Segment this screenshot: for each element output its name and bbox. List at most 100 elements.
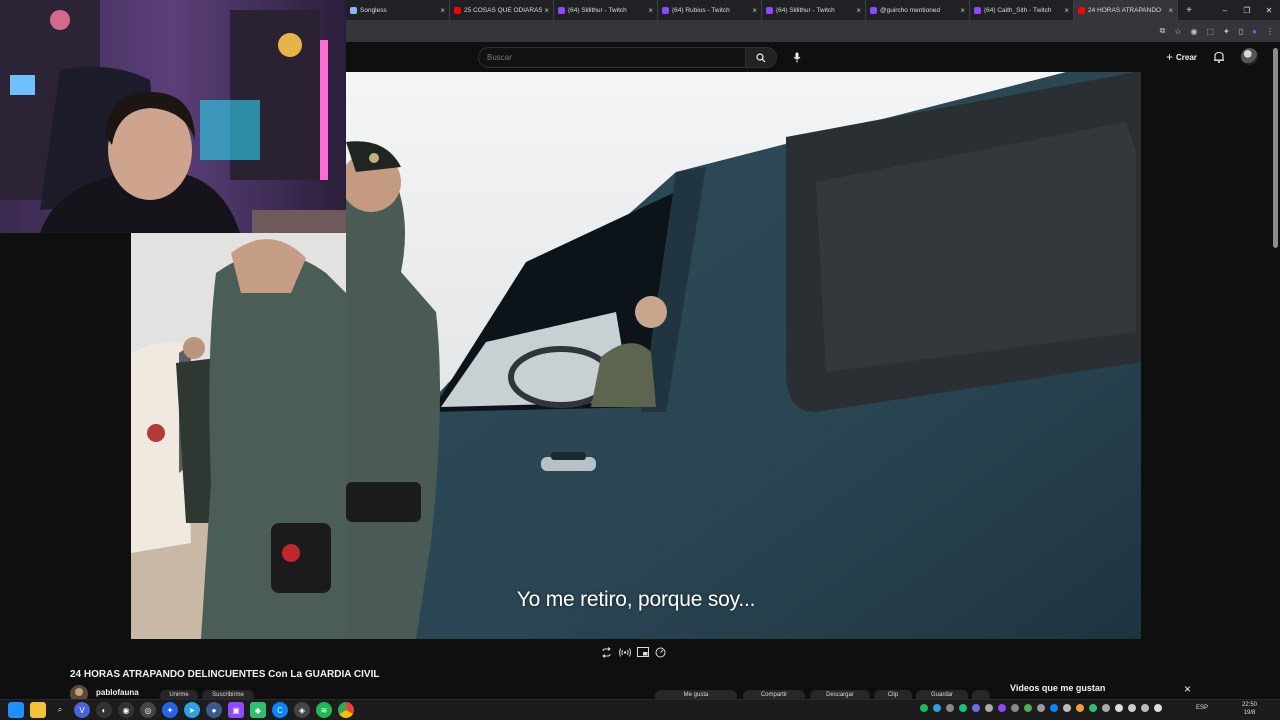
- close-window-icon[interactable]: ✕: [1258, 6, 1280, 15]
- clock-time: 22:50: [1242, 702, 1258, 708]
- tray-icon[interactable]: [1011, 704, 1019, 712]
- channel-name[interactable]: pablofauna: [96, 688, 139, 697]
- file-explorer-icon[interactable]: [30, 702, 46, 718]
- account-avatar[interactable]: [1241, 48, 1258, 65]
- tray-icon[interactable]: [946, 704, 954, 712]
- close-icon[interactable]: ×: [1184, 683, 1191, 695]
- broadcast-icon[interactable]: [618, 646, 631, 659]
- windows-start-icon[interactable]: [8, 702, 24, 718]
- browser-tab-active[interactable]: 24 HORAS ATRAPANDO ×: [1074, 0, 1178, 20]
- twitch-icon: [558, 6, 565, 14]
- tray-icon[interactable]: [1076, 704, 1084, 712]
- app-icon[interactable]: ✦: [162, 702, 178, 718]
- extension-icon[interactable]: ◉: [1191, 27, 1198, 36]
- tray-icon[interactable]: [998, 704, 1006, 712]
- tray-icon[interactable]: [920, 704, 928, 712]
- close-tab-icon[interactable]: ×: [440, 6, 445, 15]
- notifications-bell-icon[interactable]: [1212, 50, 1226, 64]
- browser-tab[interactable]: (64) Sillithur - Twitch ×: [554, 0, 658, 20]
- menu-kebab-icon[interactable]: ⋮: [1266, 27, 1274, 36]
- browser-tab[interactable]: (64) Rubius - Twitch ×: [658, 0, 762, 20]
- tab-title: (64) Rubius - Twitch: [672, 6, 730, 14]
- streamer-webcam: [0, 0, 346, 233]
- tray-icon[interactable]: [1037, 704, 1045, 712]
- tray-icon[interactable]: [1102, 704, 1110, 712]
- twitch-icon: [870, 6, 877, 14]
- loop-icon[interactable]: [600, 646, 613, 659]
- tray-icon[interactable]: [1024, 704, 1032, 712]
- tab-title: (64) Sillithur - Twitch: [568, 6, 627, 14]
- sidebar-icon[interactable]: ▯: [1239, 27, 1243, 36]
- webcam-image: [0, 0, 346, 233]
- twitch-icon[interactable]: ▣: [228, 702, 244, 718]
- tray-icon[interactable]: [933, 704, 941, 712]
- close-tab-icon[interactable]: ×: [544, 6, 549, 15]
- browser-tab[interactable]: (64) Sillithur - Twitch ×: [762, 0, 866, 20]
- playlist-title: Videos que me gustan: [1010, 683, 1106, 693]
- browser-tab[interactable]: 25 COSAS QUE ODIARÁS ×: [450, 0, 554, 20]
- minimize-icon[interactable]: –: [1214, 6, 1236, 15]
- search-icon[interactable]: ⌕: [52, 702, 68, 718]
- tab-title: Songless: [360, 6, 387, 14]
- close-tab-icon[interactable]: ×: [648, 6, 653, 15]
- pip-image: [131, 233, 346, 639]
- tab-title: @guircho mentioned: [880, 6, 941, 14]
- tray-icon[interactable]: [1089, 704, 1097, 712]
- close-tab-icon[interactable]: ×: [752, 6, 757, 15]
- taskbar-clock[interactable]: 22:50 19/8: [1242, 701, 1257, 717]
- spotify-icon[interactable]: ≋: [316, 702, 332, 718]
- browser-tab[interactable]: @guircho mentioned ×: [866, 0, 970, 20]
- tray-icon[interactable]: [1063, 704, 1071, 712]
- tray-icon[interactable]: [959, 704, 967, 712]
- bookmark-star-icon[interactable]: ☆: [1174, 27, 1181, 36]
- app-icon[interactable]: ◎: [140, 702, 156, 718]
- player-extra-controls: [600, 645, 667, 659]
- close-tab-icon[interactable]: ×: [960, 6, 965, 15]
- keyboard-language[interactable]: ESP: [1196, 705, 1208, 711]
- tray-icon[interactable]: [1050, 704, 1058, 712]
- browser-tab[interactable]: (64) Caith_Sith - Twitch ×: [970, 0, 1074, 20]
- close-tab-icon[interactable]: ×: [856, 6, 861, 15]
- video-player[interactable]: [346, 72, 1141, 639]
- tray-icon[interactable]: [1115, 704, 1123, 712]
- profile-icon[interactable]: ●: [1252, 27, 1257, 36]
- tray-icon[interactable]: [1154, 704, 1162, 712]
- search-button[interactable]: [745, 47, 777, 68]
- tray-icon[interactable]: [1128, 704, 1136, 712]
- scrollbar-thumb[interactable]: [1273, 48, 1278, 248]
- app-icon[interactable]: C: [272, 702, 288, 718]
- youtube-header: +Crear: [346, 42, 1280, 72]
- telegram-icon[interactable]: ➤: [184, 702, 200, 718]
- system-tray: [920, 704, 1162, 712]
- github-icon[interactable]: ◈: [294, 702, 310, 718]
- close-tab-icon[interactable]: ×: [1168, 6, 1173, 15]
- browser-tab[interactable]: Songless ×: [346, 0, 450, 20]
- android-icon[interactable]: ◆: [250, 702, 266, 718]
- search-input[interactable]: [478, 47, 746, 68]
- video-subtitle: Yo me retiro, porque soy...: [516, 588, 756, 611]
- maximize-icon[interactable]: ❐: [1236, 6, 1258, 15]
- app-icon[interactable]: ◐: [96, 702, 112, 718]
- miniplayer-icon[interactable]: [636, 646, 649, 659]
- app-icon[interactable]: ◉: [118, 702, 134, 718]
- page-scrollbar[interactable]: [1271, 44, 1280, 702]
- install-app-icon[interactable]: ⧉: [1160, 26, 1166, 36]
- create-button[interactable]: + Crear: [1166, 50, 1197, 64]
- vpn-icon[interactable]: V: [74, 702, 90, 718]
- voice-search-button[interactable]: [789, 49, 805, 65]
- video-title: 24 HORAS ATRAPANDO DELINCUENTES Con La G…: [70, 669, 380, 680]
- chrome-icon[interactable]: [338, 702, 354, 718]
- tray-icon[interactable]: [985, 704, 993, 712]
- browser-tab-strip: Songless × 25 COSAS QUE ODIARÁS × (64) Sil…: [346, 0, 1280, 20]
- secondary-video-overlay: [131, 233, 346, 639]
- speed-icon[interactable]: [654, 646, 667, 659]
- close-tab-icon[interactable]: ×: [1064, 6, 1069, 15]
- app-icon[interactable]: ●: [206, 702, 222, 718]
- tab-title: (64) Sillithur - Twitch: [776, 6, 835, 14]
- new-tab-icon[interactable]: +: [1182, 5, 1196, 16]
- extensions-puzzle-icon[interactable]: ⬚: [1206, 27, 1214, 36]
- bookmarks-icon[interactable]: ✦: [1223, 27, 1230, 36]
- taskbar-apps: ⌕ V ◐ ◉ ◎ ✦ ➤ ● ▣ ◆ C ◈ ≋: [8, 702, 354, 718]
- tray-icon[interactable]: [1141, 704, 1149, 712]
- tray-icon[interactable]: [972, 704, 980, 712]
